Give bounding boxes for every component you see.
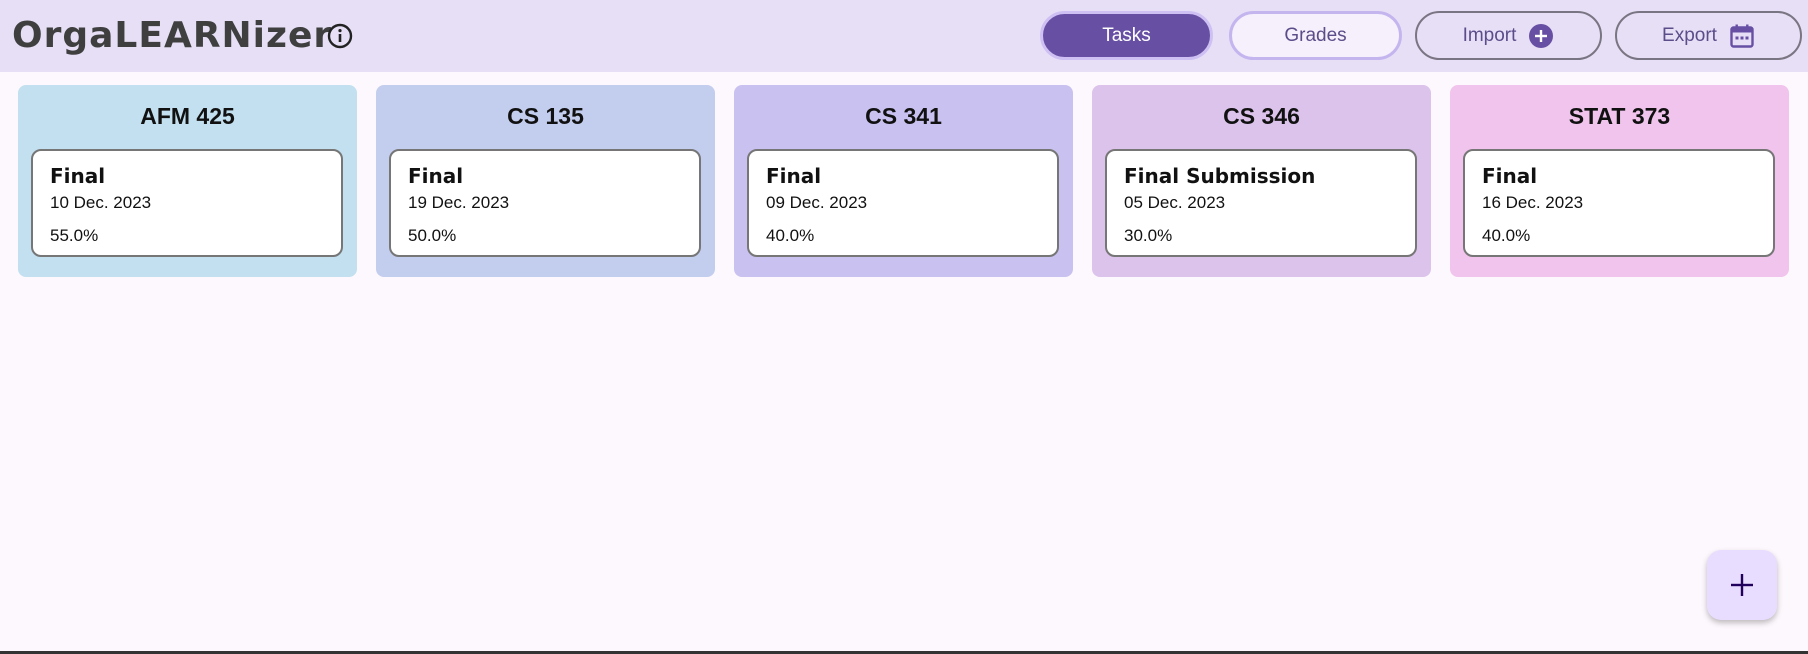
task-weight: 40.0% <box>1482 226 1531 245</box>
import-button[interactable]: Import <box>1415 11 1602 60</box>
course-title: CS 341 <box>865 103 942 129</box>
task-card[interactable]: Final 19 Dec. 2023 50.0% <box>389 149 701 257</box>
import-label: Import <box>1462 24 1517 46</box>
task-card[interactable]: Final 09 Dec. 2023 40.0% <box>747 149 1059 257</box>
course-column-cs-341: CS 341 Final 09 Dec. 2023 40.0% <box>734 85 1073 277</box>
task-name: Final Submission <box>1124 164 1316 188</box>
add-circle-icon <box>1529 23 1554 48</box>
add-task-fab-button[interactable] <box>1707 550 1777 620</box>
export-label: Export <box>1662 24 1717 46</box>
course-title: STAT 373 <box>1568 103 1671 129</box>
task-name: Final <box>766 164 822 188</box>
course-title: CS 135 <box>507 103 584 129</box>
calendar-icon <box>1730 24 1754 48</box>
task-name: Final <box>1482 164 1538 188</box>
tasks-tab-label: Tasks <box>1102 24 1151 46</box>
course-column-afm-425: AFM 425 Final 10 Dec. 2023 55.0% <box>18 85 357 277</box>
task-weight: 50.0% <box>408 226 457 245</box>
course-column-cs-346: CS 346 Final Submission 05 Dec. 2023 30.… <box>1092 85 1431 277</box>
task-name: Final <box>408 164 464 188</box>
task-card[interactable]: Final Submission 05 Dec. 2023 30.0% <box>1105 149 1417 257</box>
task-name: Final <box>50 164 106 188</box>
task-due-date: 10 Dec. 2023 <box>50 193 152 212</box>
task-card[interactable]: Final 16 Dec. 2023 40.0% <box>1463 149 1775 257</box>
course-title: CS 346 <box>1223 103 1300 129</box>
top-app-bar: OrgaLEARNizer Tasks Grades Import Export <box>0 0 1808 72</box>
grades-tab-label: Grades <box>1284 24 1347 46</box>
app-title: OrgaLEARNizer <box>12 15 333 56</box>
task-due-date: 19 Dec. 2023 <box>408 193 510 212</box>
task-weight: 40.0% <box>766 226 815 245</box>
export-button[interactable]: Export <box>1615 11 1802 60</box>
task-card[interactable]: Final 10 Dec. 2023 55.0% <box>31 149 343 257</box>
course-column-cs-135: CS 135 Final 19 Dec. 2023 50.0% <box>376 85 715 277</box>
task-due-date: 09 Dec. 2023 <box>766 193 868 212</box>
info-icon[interactable] <box>326 22 354 50</box>
course-title: AFM 425 <box>140 103 235 129</box>
plus-icon <box>1731 574 1753 596</box>
task-due-date: 05 Dec. 2023 <box>1124 193 1226 212</box>
task-weight: 55.0% <box>50 226 99 245</box>
task-due-date: 16 Dec. 2023 <box>1482 193 1584 212</box>
task-weight: 30.0% <box>1124 226 1173 245</box>
course-column-stat-373: STAT 373 Final 16 Dec. 2023 40.0% <box>1450 85 1789 277</box>
tasks-tab-button[interactable]: Tasks <box>1040 11 1213 60</box>
grades-tab-button[interactable]: Grades <box>1229 11 1402 60</box>
